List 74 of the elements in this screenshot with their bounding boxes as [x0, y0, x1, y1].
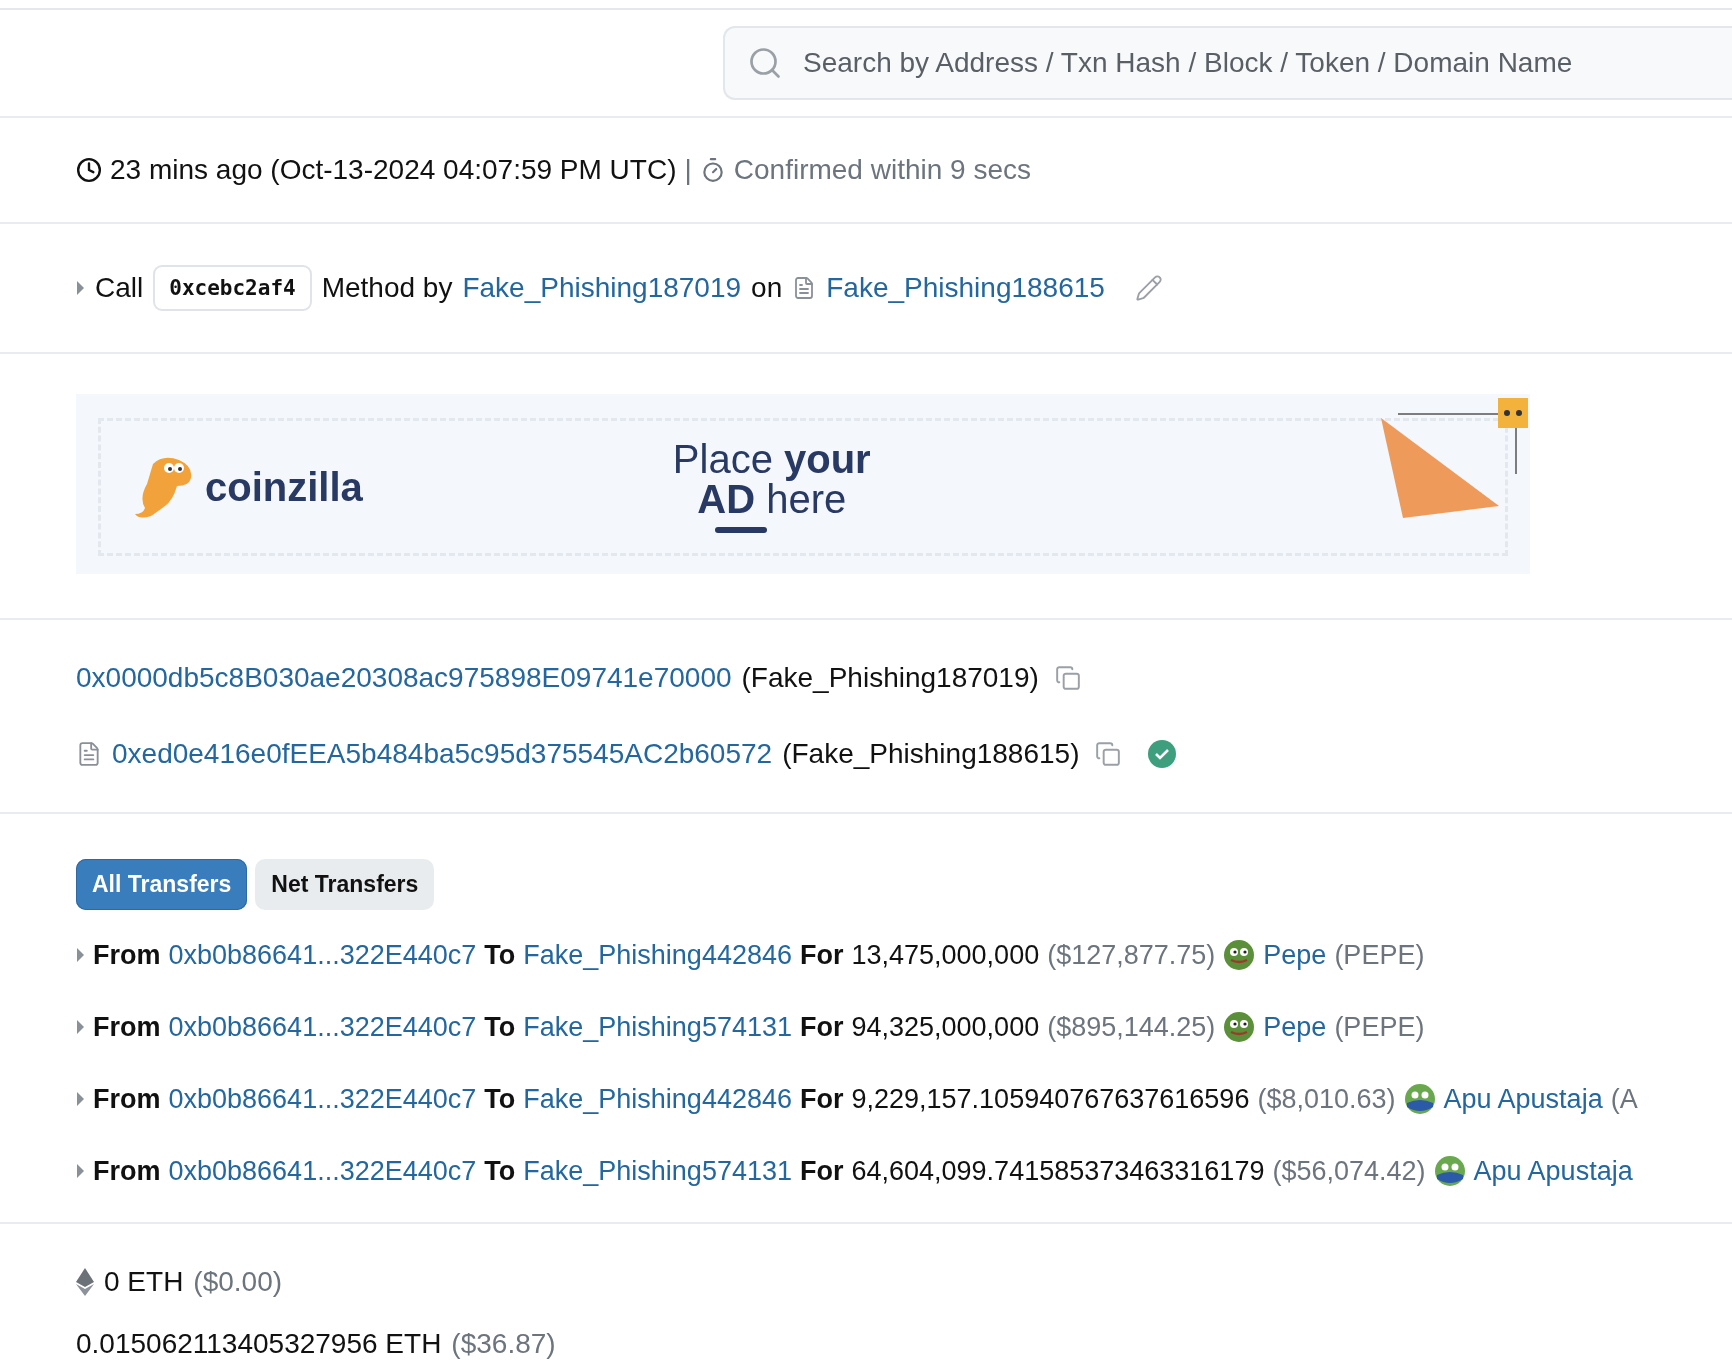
token-link[interactable]: Pepe — [1263, 939, 1327, 971]
for-label: For — [800, 939, 844, 971]
from-label: From — [93, 939, 161, 971]
eth-amount: 0 ETH — [104, 1266, 184, 1298]
address-name: (Fake_Phishing187019) — [741, 662, 1039, 694]
search-icon — [747, 45, 783, 81]
to-label: To — [484, 939, 516, 971]
on-label: on — [751, 272, 783, 304]
copy-icon[interactable] — [1054, 665, 1081, 691]
ad-headline: Place your — [672, 439, 871, 479]
frog-token-icon — [1223, 939, 1256, 971]
underline-bar-icon — [714, 527, 767, 535]
address-link[interactable]: 0xed0e416e0fEEA5b484ba5c95d375545AC2b60572 — [112, 738, 773, 770]
clock-icon — [76, 157, 102, 183]
frog-token-icon — [1223, 1011, 1256, 1043]
for-label: For — [800, 1011, 844, 1043]
usd-value: ($127,877.75) — [1047, 939, 1216, 971]
caret-icon[interactable] — [76, 947, 85, 963]
sender-link[interactable]: 0xb0b86641...322E440c7 — [168, 1155, 477, 1187]
token-link[interactable]: Pepe — [1263, 1011, 1327, 1043]
caret-icon[interactable] — [76, 1091, 85, 1107]
usd-value: ($8,010.63) — [1257, 1083, 1396, 1115]
to-label: To — [484, 1011, 516, 1043]
address-name: (Fake_Phishing188615) — [782, 738, 1080, 770]
to-label: To — [484, 1155, 516, 1187]
from-label: From — [93, 1155, 161, 1187]
ad-banner[interactable]: coinzilla Place your AD here — [76, 394, 1530, 574]
token-amount: 64,604,099.741585373463316179 — [851, 1155, 1265, 1187]
caret-icon[interactable] — [76, 280, 85, 296]
token-link[interactable]: Apu Apustaja — [1443, 1083, 1603, 1115]
caret-icon[interactable] — [76, 1019, 85, 1035]
for-label: For — [800, 1083, 844, 1115]
ethereum-icon — [76, 1268, 94, 1296]
copy-icon[interactable] — [1095, 741, 1122, 767]
to-label: To — [484, 1083, 516, 1115]
recipient-link[interactable]: Fake_Phishing574131 — [523, 1155, 792, 1187]
sender-link[interactable]: 0xb0b86641...322E440c7 — [168, 1011, 477, 1043]
from-label: From — [93, 1083, 161, 1115]
transfers-tab[interactable]: All Transfers — [76, 858, 248, 910]
for-label: For — [800, 1155, 844, 1187]
pencil-icon[interactable] — [1134, 274, 1163, 302]
timestamp-text: 23 mins ago (Oct-13-2024 04:07:59 PM UTC) — [110, 154, 677, 186]
recipient-link[interactable]: Fake_Phishing442846 — [523, 939, 792, 971]
caret-icon[interactable] — [76, 1163, 85, 1179]
eth-amount: 0.015062113405327956 ETH — [76, 1328, 442, 1360]
token-amount: 94,325,000,000 — [851, 1011, 1040, 1043]
token-amount: 9,229,157.105940767637616596 — [851, 1083, 1250, 1115]
token-amount: 13,475,000,000 — [851, 939, 1040, 971]
usd-value: ($0.00) — [193, 1266, 283, 1298]
token-symbol: (A — [1610, 1083, 1638, 1115]
contract-link[interactable]: Fake_Phishing188615 — [826, 272, 1105, 304]
method-label: Method by — [321, 272, 453, 304]
sender-link[interactable]: 0xb0b86641...322E440c7 — [168, 1083, 477, 1115]
usd-value: ($36.87) — [451, 1328, 556, 1360]
caller-link[interactable]: Fake_Phishing187019 — [462, 272, 742, 304]
method-id-badge: 0xcebc2af4 — [153, 265, 312, 311]
usd-value: ($56,074.42) — [1272, 1155, 1426, 1187]
token-symbol: (PEPE) — [1334, 939, 1425, 971]
brand-logo-text: coinzilla — [205, 464, 363, 510]
transfers-tab[interactable]: Net Transfers — [255, 858, 435, 910]
usd-value: ($895,144.25) — [1047, 1011, 1216, 1043]
address-link[interactable]: 0x0000db5c8B030ae20308ac975898E09741e70000 — [76, 662, 732, 694]
recipient-link[interactable]: Fake_Phishing574131 — [523, 1011, 792, 1043]
confirmation-text: Confirmed within 9 secs — [733, 154, 1031, 186]
from-label: From — [93, 1011, 161, 1043]
token-link[interactable]: Apu Apustaja — [1473, 1155, 1633, 1187]
token-symbol: (PEPE) — [1334, 1011, 1425, 1043]
frog-token-icon — [1403, 1083, 1436, 1115]
call-label: Call — [95, 272, 144, 304]
frog-token-icon — [1433, 1155, 1466, 1187]
recipient-link[interactable]: Fake_Phishing442846 — [523, 1083, 792, 1115]
separator-text: | — [684, 154, 692, 186]
sender-link[interactable]: 0xb0b86641...322E440c7 — [168, 939, 477, 971]
document-icon — [76, 741, 102, 767]
